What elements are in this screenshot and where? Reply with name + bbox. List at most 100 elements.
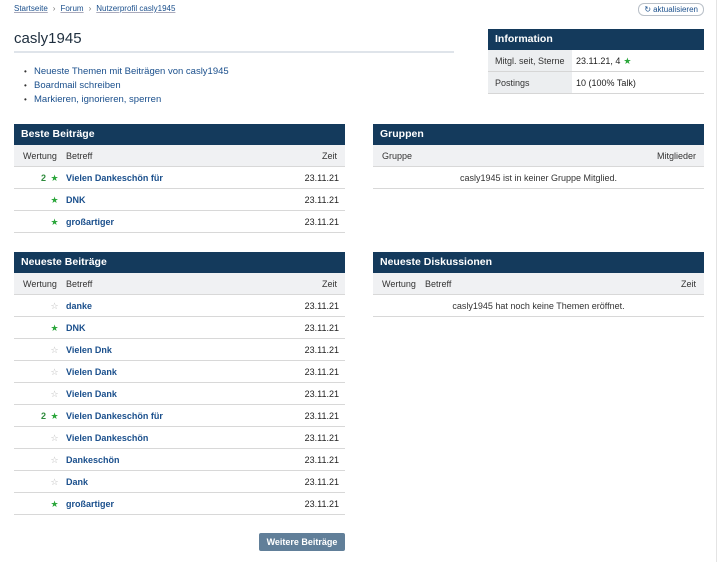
subject-cell: Vielen Dank bbox=[62, 361, 289, 382]
table-row: ☆ Vielen Dank 23.11.21 bbox=[14, 361, 345, 383]
star-filled-icon: ★ bbox=[50, 173, 59, 183]
table-row: ☆ Vielen Dnk 23.11.21 bbox=[14, 339, 345, 361]
subject-cell: Dankeschön bbox=[62, 449, 289, 470]
member-since-value: 23.11.21, 4 bbox=[576, 56, 621, 66]
refresh-icon: ↻ bbox=[644, 5, 652, 14]
table-row: ☆ Dankeschön 23.11.21 bbox=[14, 449, 345, 471]
subject-cell: großartiger bbox=[62, 211, 289, 232]
post-link[interactable]: großartiger bbox=[66, 217, 114, 227]
col-group: Gruppe bbox=[382, 151, 413, 161]
breadcrumb: Startseite › Forum › Nutzerprofil casly1945 bbox=[14, 4, 175, 13]
table-row: ★ großartiger 23.11.21 bbox=[14, 211, 345, 233]
rating-cell: 2 ★ bbox=[14, 167, 62, 188]
post-link[interactable]: Dank bbox=[66, 477, 88, 487]
table-row: ☆ Vielen Dankeschön 23.11.21 bbox=[14, 427, 345, 449]
time-cell: 23.11.21 bbox=[304, 345, 339, 355]
star-empty-icon: ☆ bbox=[50, 433, 59, 443]
info-header: Information bbox=[488, 29, 704, 50]
refresh-button[interactable]: ↻ aktualisieren bbox=[638, 3, 704, 16]
time-cell: 23.11.21 bbox=[304, 455, 339, 465]
star-empty-icon: ☆ bbox=[50, 389, 59, 399]
best-posts-header: Beste Beiträge bbox=[14, 124, 345, 145]
rating-cell: ☆ bbox=[14, 449, 62, 470]
star-filled-icon: ★ bbox=[50, 195, 59, 205]
best-posts-columns: Wertung Betreff Zeit bbox=[14, 145, 345, 167]
subject-cell: großartiger bbox=[62, 493, 289, 514]
info-key: Postings bbox=[488, 72, 572, 93]
info-box: Information Mitgl. seit, Sterne 23.11.21… bbox=[488, 29, 704, 94]
refresh-label: aktualisieren bbox=[653, 5, 698, 14]
subject-cell: Vielen Dnk bbox=[62, 339, 289, 360]
info-value: 23.11.21, 4 ★ bbox=[572, 50, 704, 71]
post-link[interactable]: Vielen Dankeschön bbox=[66, 433, 148, 443]
groups-columns: Gruppe Mitglieder bbox=[373, 145, 704, 167]
subject-cell: DNK bbox=[62, 317, 289, 338]
star-filled-icon: ★ bbox=[50, 499, 59, 509]
post-link[interactable]: Vielen Dnk bbox=[66, 345, 112, 355]
star-empty-icon: ☆ bbox=[50, 367, 59, 377]
rating-cell: ☆ bbox=[14, 471, 62, 492]
star-empty-icon: ☆ bbox=[50, 477, 59, 487]
table-row: ★ großartiger 23.11.21 bbox=[14, 493, 345, 515]
time-cell: 23.11.21 bbox=[304, 411, 339, 421]
info-row-postings: Postings 10 (100% Talk) bbox=[488, 72, 704, 94]
subject-cell: Dank bbox=[62, 471, 289, 492]
post-link[interactable]: großartiger bbox=[66, 499, 114, 509]
breadcrumb-forum[interactable]: Forum bbox=[60, 4, 83, 13]
col-subject: Betreff bbox=[425, 279, 452, 289]
rating-cell: ☆ bbox=[14, 295, 62, 316]
rating-count: 2 bbox=[40, 173, 46, 183]
post-link[interactable]: DNK bbox=[66, 195, 86, 205]
star-filled-icon: ★ bbox=[50, 411, 59, 421]
boardmail-link[interactable]: Boardmail schreiben bbox=[34, 80, 121, 91]
rating-cell: ★ bbox=[14, 211, 62, 232]
col-time: Zeit bbox=[321, 279, 337, 289]
mark-ignore-block-link[interactable]: Markieren, ignorieren, sperren bbox=[34, 94, 161, 105]
col-time: Zeit bbox=[680, 279, 696, 289]
latest-topics-link[interactable]: Neueste Themen mit Beiträgen von casly19… bbox=[34, 66, 229, 77]
subject-cell: Vielen Dank bbox=[62, 383, 289, 404]
discussions-empty-message: casly1945 hat noch keine Themen eröffnet… bbox=[373, 295, 704, 317]
bullet-icon: • bbox=[24, 95, 27, 104]
post-link[interactable]: Vielen Dankeschön für bbox=[66, 411, 163, 421]
action-item: • Boardmail schreiben bbox=[24, 79, 229, 93]
info-key: Mitgl. seit, Sterne bbox=[488, 50, 572, 71]
groups-header: Gruppen bbox=[373, 124, 704, 145]
frame-border bbox=[716, 0, 717, 562]
star-empty-icon: ☆ bbox=[50, 345, 59, 355]
star-filled-icon: ★ bbox=[623, 56, 632, 66]
table-row: 2 ★ Vielen Dankeschön für 23.11.21 bbox=[14, 405, 345, 427]
rating-cell: ★ bbox=[14, 189, 62, 210]
table-row: ☆ danke 23.11.21 bbox=[14, 295, 345, 317]
breadcrumb-startseite[interactable]: Startseite bbox=[14, 4, 48, 13]
time-cell: 23.11.21 bbox=[304, 217, 339, 227]
profile-actions: • Neueste Themen mit Beiträgen von casly1… bbox=[24, 65, 229, 107]
post-link[interactable]: Vielen Dank bbox=[66, 389, 117, 399]
latest-posts-columns: Wertung Betreff Zeit bbox=[14, 273, 345, 295]
table-row: ★ DNK 23.11.21 bbox=[14, 317, 345, 339]
post-link[interactable]: DNK bbox=[66, 323, 86, 333]
post-link[interactable]: Vielen Dankeschön für bbox=[66, 173, 163, 183]
time-cell: 23.11.21 bbox=[304, 301, 339, 311]
breadcrumb-profile[interactable]: Nutzerprofil casly1945 bbox=[96, 4, 175, 13]
post-link[interactable]: Vielen Dank bbox=[66, 367, 117, 377]
post-link[interactable]: danke bbox=[66, 301, 92, 311]
page-title: casly1945 bbox=[14, 30, 82, 47]
time-cell: 23.11.21 bbox=[304, 389, 339, 399]
table-row: 2 ★ Vielen Dankeschön für 23.11.21 bbox=[14, 167, 345, 189]
chevron-right-icon: › bbox=[88, 4, 92, 13]
subject-cell: Vielen Dankeschön für bbox=[62, 405, 289, 426]
subject-cell: DNK bbox=[62, 189, 289, 210]
col-rating: Wertung bbox=[382, 279, 416, 289]
rating-cell: 2 ★ bbox=[14, 405, 62, 426]
subject-cell: Vielen Dankeschön für bbox=[62, 167, 289, 188]
time-cell: 23.11.21 bbox=[304, 195, 339, 205]
info-value: 10 (100% Talk) bbox=[576, 78, 636, 88]
latest-discussions-header: Neueste Diskussionen bbox=[373, 252, 704, 273]
rating-cell: ★ bbox=[14, 317, 62, 338]
chevron-right-icon: › bbox=[52, 4, 56, 13]
more-posts-button[interactable]: Weitere Beiträge bbox=[259, 533, 345, 551]
post-link[interactable]: Dankeschön bbox=[66, 455, 120, 465]
time-cell: 23.11.21 bbox=[304, 433, 339, 443]
subject-cell: Vielen Dankeschön bbox=[62, 427, 289, 448]
